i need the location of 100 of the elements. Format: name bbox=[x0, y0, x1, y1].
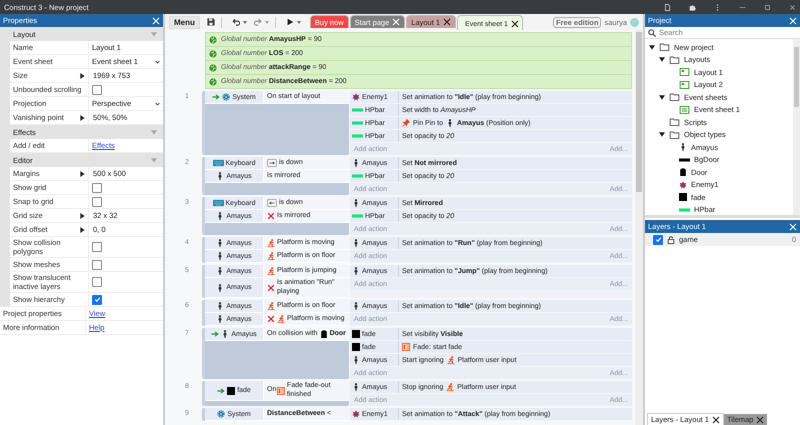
globe-icon bbox=[209, 64, 217, 72]
caret-icon[interactable] bbox=[242, 20, 247, 24]
play-icon[interactable] bbox=[286, 18, 294, 26]
running-figure-icon bbox=[277, 315, 285, 323]
checkbox[interactable] bbox=[653, 234, 663, 244]
person-icon bbox=[216, 302, 224, 310]
pin-icon bbox=[402, 119, 410, 127]
person-icon bbox=[216, 212, 224, 220]
gear-icon bbox=[217, 410, 226, 418]
wide-bar-icon bbox=[679, 158, 690, 162]
person-icon bbox=[352, 199, 360, 207]
keyboard-icon bbox=[212, 199, 224, 207]
folder-icon bbox=[669, 130, 680, 139]
person-icon bbox=[221, 330, 230, 338]
undo-icon[interactable] bbox=[232, 18, 240, 26]
maximize-icon[interactable] bbox=[764, 4, 771, 10]
person-icon bbox=[216, 172, 224, 180]
layout-icon bbox=[679, 68, 690, 76]
bar-icon bbox=[352, 174, 363, 178]
close-icon[interactable] bbox=[756, 416, 764, 424]
person-icon bbox=[216, 239, 224, 247]
checkbox[interactable] bbox=[92, 196, 102, 206]
person-icon bbox=[352, 356, 360, 364]
bar-icon bbox=[679, 208, 690, 212]
square-icon bbox=[679, 193, 687, 202]
redo-icon[interactable] bbox=[254, 18, 262, 26]
expand-triangle-icon[interactable] bbox=[659, 132, 665, 138]
more-icon[interactable] bbox=[714, 4, 721, 10]
person-icon bbox=[216, 267, 224, 275]
door-icon bbox=[320, 330, 328, 338]
running-figure-icon bbox=[267, 239, 275, 247]
globe-icon bbox=[209, 78, 217, 86]
running-figure-icon bbox=[267, 252, 275, 260]
expand-arrow-icon[interactable] bbox=[80, 72, 85, 78]
checkbox[interactable] bbox=[92, 294, 102, 304]
running-figure-icon bbox=[267, 267, 275, 275]
caret-icon[interactable] bbox=[296, 20, 301, 24]
running-figure-icon bbox=[446, 383, 454, 391]
bar-icon bbox=[352, 121, 363, 125]
globe-icon bbox=[209, 36, 217, 44]
puzzle-icon[interactable] bbox=[689, 4, 696, 10]
file-icon[interactable] bbox=[664, 4, 671, 10]
cross-icon bbox=[267, 315, 275, 323]
square-icon bbox=[352, 330, 360, 338]
folder-icon bbox=[669, 93, 680, 102]
person-icon bbox=[352, 302, 360, 310]
arrow-icon bbox=[211, 330, 220, 338]
caret-icon[interactable] bbox=[264, 20, 269, 24]
folder-icon bbox=[669, 118, 680, 126]
person-icon bbox=[216, 284, 224, 292]
person-icon bbox=[352, 239, 360, 247]
arrow-icon bbox=[217, 386, 226, 394]
expand-triangle-icon[interactable] bbox=[649, 44, 655, 50]
person-icon bbox=[216, 252, 224, 260]
close-icon[interactable] bbox=[443, 18, 452, 26]
globe-icon bbox=[209, 50, 217, 58]
checkbox[interactable] bbox=[92, 277, 102, 287]
arrow-key-icon bbox=[267, 199, 277, 207]
cross-icon bbox=[267, 284, 275, 292]
expand-triangle-icon[interactable] bbox=[659, 57, 665, 62]
creature-icon bbox=[679, 180, 687, 189]
folder-icon bbox=[669, 56, 680, 64]
person-icon bbox=[352, 267, 360, 275]
bar-icon bbox=[352, 108, 363, 112]
layout-icon bbox=[679, 80, 690, 89]
running-figure-icon bbox=[446, 356, 455, 364]
square-icon bbox=[352, 343, 360, 351]
person-icon bbox=[446, 119, 454, 127]
caret-icon bbox=[155, 102, 160, 106]
person-icon bbox=[352, 383, 360, 391]
person-icon bbox=[679, 143, 687, 152]
close-icon[interactable] bbox=[712, 416, 720, 424]
person-icon bbox=[216, 315, 224, 323]
cross-icon bbox=[267, 212, 275, 220]
expand-triangle-icon[interactable] bbox=[659, 94, 665, 100]
checkbox[interactable] bbox=[92, 84, 102, 94]
scrollbar[interactable] bbox=[793, 39, 800, 215]
gear-icon bbox=[222, 93, 230, 101]
expand-arrow-icon[interactable] bbox=[80, 226, 85, 232]
expand-arrow-icon[interactable] bbox=[80, 114, 85, 120]
checkbox[interactable] bbox=[92, 242, 102, 252]
checkbox[interactable] bbox=[92, 260, 102, 270]
scrollbar[interactable] bbox=[635, 30, 643, 425]
door-icon bbox=[679, 168, 687, 176]
menu-button[interactable]: Menu bbox=[169, 16, 200, 28]
folder-icon bbox=[659, 43, 670, 52]
close-icon[interactable] bbox=[510, 20, 519, 28]
padlock-icon[interactable] bbox=[667, 236, 675, 244]
person-icon bbox=[352, 159, 360, 167]
checkbox[interactable] bbox=[92, 182, 102, 192]
square-icon bbox=[227, 386, 236, 394]
keyboard-icon bbox=[212, 159, 224, 167]
fade-effect-icon bbox=[276, 386, 285, 394]
bar-icon bbox=[352, 214, 363, 218]
caret-icon bbox=[155, 60, 160, 64]
bar-icon bbox=[352, 134, 363, 138]
expand-arrow-icon[interactable] bbox=[80, 170, 85, 176]
running-figure-icon bbox=[267, 302, 275, 310]
expand-arrow-icon[interactable] bbox=[80, 212, 85, 218]
save-icon[interactable] bbox=[206, 18, 215, 26]
